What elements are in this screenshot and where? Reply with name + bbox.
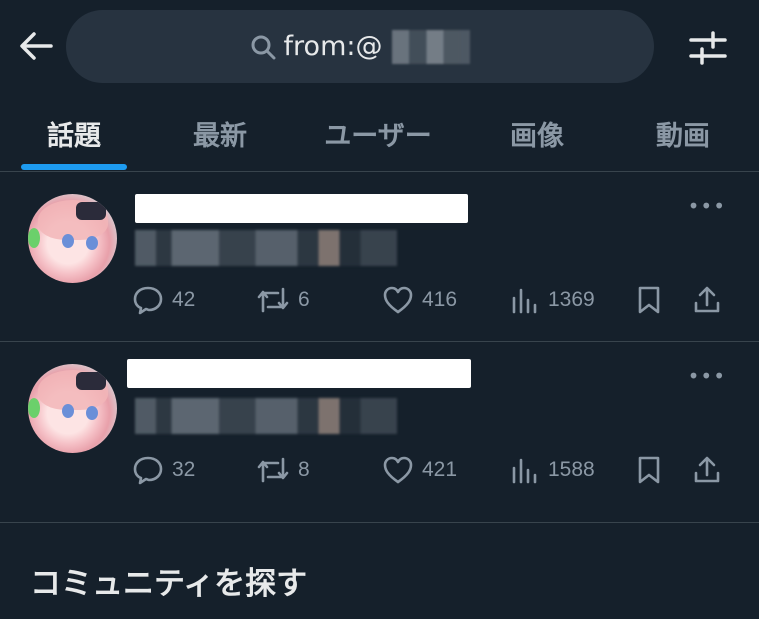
- section-title: コミュニティを探す: [30, 566, 308, 602]
- tab-media[interactable]: 画像: [484, 95, 590, 171]
- like-icon: [383, 286, 413, 314]
- view-count: 1588: [548, 458, 595, 481]
- search-tabs: 話題 最新 ユーザー 画像 動画: [0, 95, 759, 172]
- more-icon: •••: [687, 364, 726, 388]
- reply-count: 42: [172, 288, 196, 311]
- tab-videos[interactable]: 動画: [630, 95, 736, 171]
- reply-icon: [133, 286, 163, 315]
- avatar[interactable]: [28, 194, 117, 283]
- post-actions: 42 6 416 1369: [132, 280, 732, 320]
- share-icon: [694, 286, 720, 313]
- views-icon: [512, 458, 537, 484]
- like-icon: [383, 456, 413, 484]
- filter-sliders-icon: [689, 31, 727, 65]
- more-button[interactable]: •••: [688, 364, 726, 388]
- tab-top[interactable]: 話題: [21, 95, 127, 171]
- post-card[interactable]: ••• 42 6 416 1369: [0, 172, 759, 342]
- search-field[interactable]: from:@: [66, 10, 654, 83]
- repost-button[interactable]: 6: [256, 280, 310, 320]
- repost-icon: [257, 457, 289, 483]
- tab-latest[interactable]: 最新: [167, 95, 273, 171]
- active-tab-indicator: [21, 164, 127, 170]
- redacted-post-text: [135, 398, 397, 434]
- reply-count: 32: [172, 458, 196, 481]
- bookmark-icon: [638, 286, 660, 314]
- search-icon: [251, 35, 276, 59]
- top-bar: from:@: [0, 0, 759, 95]
- redacted-handle: [392, 29, 471, 64]
- search-query: from:@: [283, 31, 383, 62]
- bookmark-button[interactable]: [636, 450, 662, 490]
- post-actions: 32 8 421 1588: [132, 450, 732, 490]
- reply-button[interactable]: 42: [132, 280, 195, 320]
- bookmark-button[interactable]: [636, 280, 662, 320]
- like-count: 421: [422, 458, 458, 481]
- repost-icon: [257, 287, 289, 313]
- more-button[interactable]: •••: [688, 194, 726, 218]
- tab-people[interactable]: ユーザー: [310, 95, 446, 171]
- repost-button[interactable]: 8: [256, 450, 310, 490]
- like-count: 416: [422, 288, 458, 311]
- more-icon: •••: [687, 194, 726, 218]
- reply-button[interactable]: 32: [132, 450, 195, 490]
- share-icon: [694, 456, 720, 483]
- back-arrow-icon: [20, 32, 53, 60]
- share-button[interactable]: [692, 450, 722, 490]
- search-settings-button[interactable]: [686, 26, 730, 70]
- like-button[interactable]: 421: [382, 450, 457, 490]
- view-count: 1369: [548, 288, 595, 311]
- views-icon: [512, 288, 537, 314]
- like-button[interactable]: 416: [382, 280, 457, 320]
- repost-count: 6: [298, 288, 310, 311]
- redacted-author-name: [135, 194, 468, 223]
- redacted-author-name: [127, 359, 471, 388]
- post-card[interactable]: ••• 32 8 421 1588: [0, 342, 759, 523]
- views-button[interactable]: 1369: [510, 280, 595, 320]
- repost-count: 8: [298, 458, 310, 481]
- reply-icon: [133, 456, 163, 485]
- redacted-post-text: [135, 230, 397, 266]
- avatar[interactable]: [28, 364, 117, 453]
- bookmark-icon: [638, 456, 660, 484]
- views-button[interactable]: 1588: [510, 450, 595, 490]
- back-button[interactable]: [14, 24, 58, 68]
- share-button[interactable]: [692, 280, 722, 320]
